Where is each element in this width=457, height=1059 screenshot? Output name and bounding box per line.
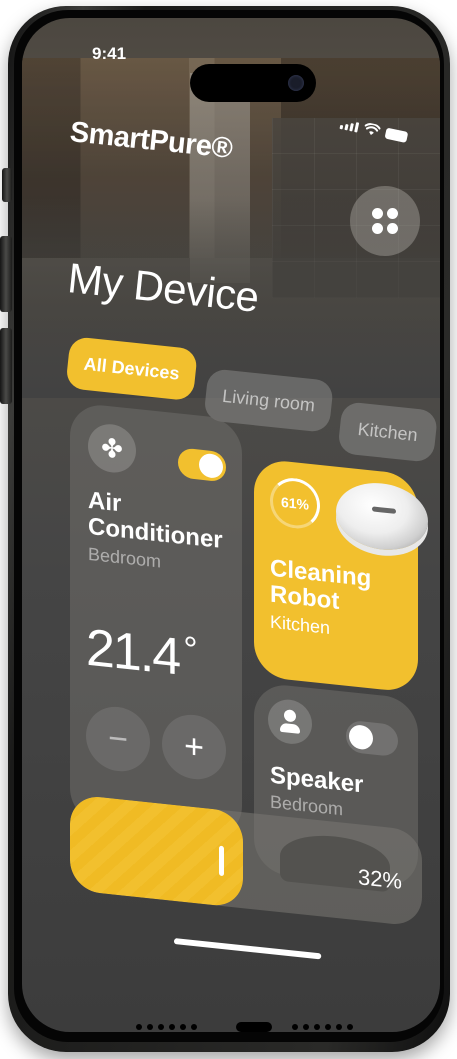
- status-time: 9:41: [92, 44, 127, 63]
- progress-ring: 61%: [270, 475, 320, 531]
- device-room: Kitchen: [270, 611, 331, 638]
- decrease-temperature-button[interactable]: −: [86, 703, 150, 775]
- slider-handle[interactable]: [219, 845, 224, 877]
- temperature-readout: 21.4 °: [86, 618, 196, 690]
- ac-power-toggle[interactable]: [178, 447, 226, 483]
- user-icon: [268, 697, 312, 747]
- grid-icon: [372, 208, 383, 219]
- speaker-power-toggle[interactable]: [346, 719, 398, 758]
- temperature-unit: °: [183, 627, 196, 671]
- slider-fill: [70, 794, 243, 909]
- speaker-grill-left: [136, 1024, 197, 1030]
- increase-temperature-button[interactable]: +: [162, 711, 226, 783]
- cleaning-robot-card[interactable]: 61% Cleaning Robot Kitchen: [254, 458, 428, 694]
- device-name: Cleaning Robot: [270, 554, 372, 615]
- temperature-value: 21.4: [86, 618, 180, 687]
- air-conditioner-card[interactable]: ✤ Air Conditioner Bedroom 21.4 ° − +: [70, 402, 242, 841]
- volume-down-button: [0, 328, 12, 404]
- menu-button[interactable]: [350, 186, 420, 256]
- filter-kitchen[interactable]: Kitchen: [337, 401, 439, 463]
- action-button: [2, 168, 12, 202]
- phone-screen: 9:41 SmartPure® My Device All Devices Li…: [22, 18, 440, 1032]
- device-room: Bedroom: [88, 543, 162, 572]
- robot-vacuum-image: [336, 478, 428, 555]
- volume-up-button: [0, 236, 12, 312]
- fan-icon: ✤: [88, 421, 136, 475]
- camera-icon: [288, 75, 304, 91]
- home-indicator[interactable]: [173, 938, 322, 960]
- charging-port: [236, 1022, 272, 1032]
- dynamic-island: [190, 64, 316, 102]
- slider-value: 32%: [357, 864, 402, 894]
- speaker-grill-right: [292, 1024, 353, 1030]
